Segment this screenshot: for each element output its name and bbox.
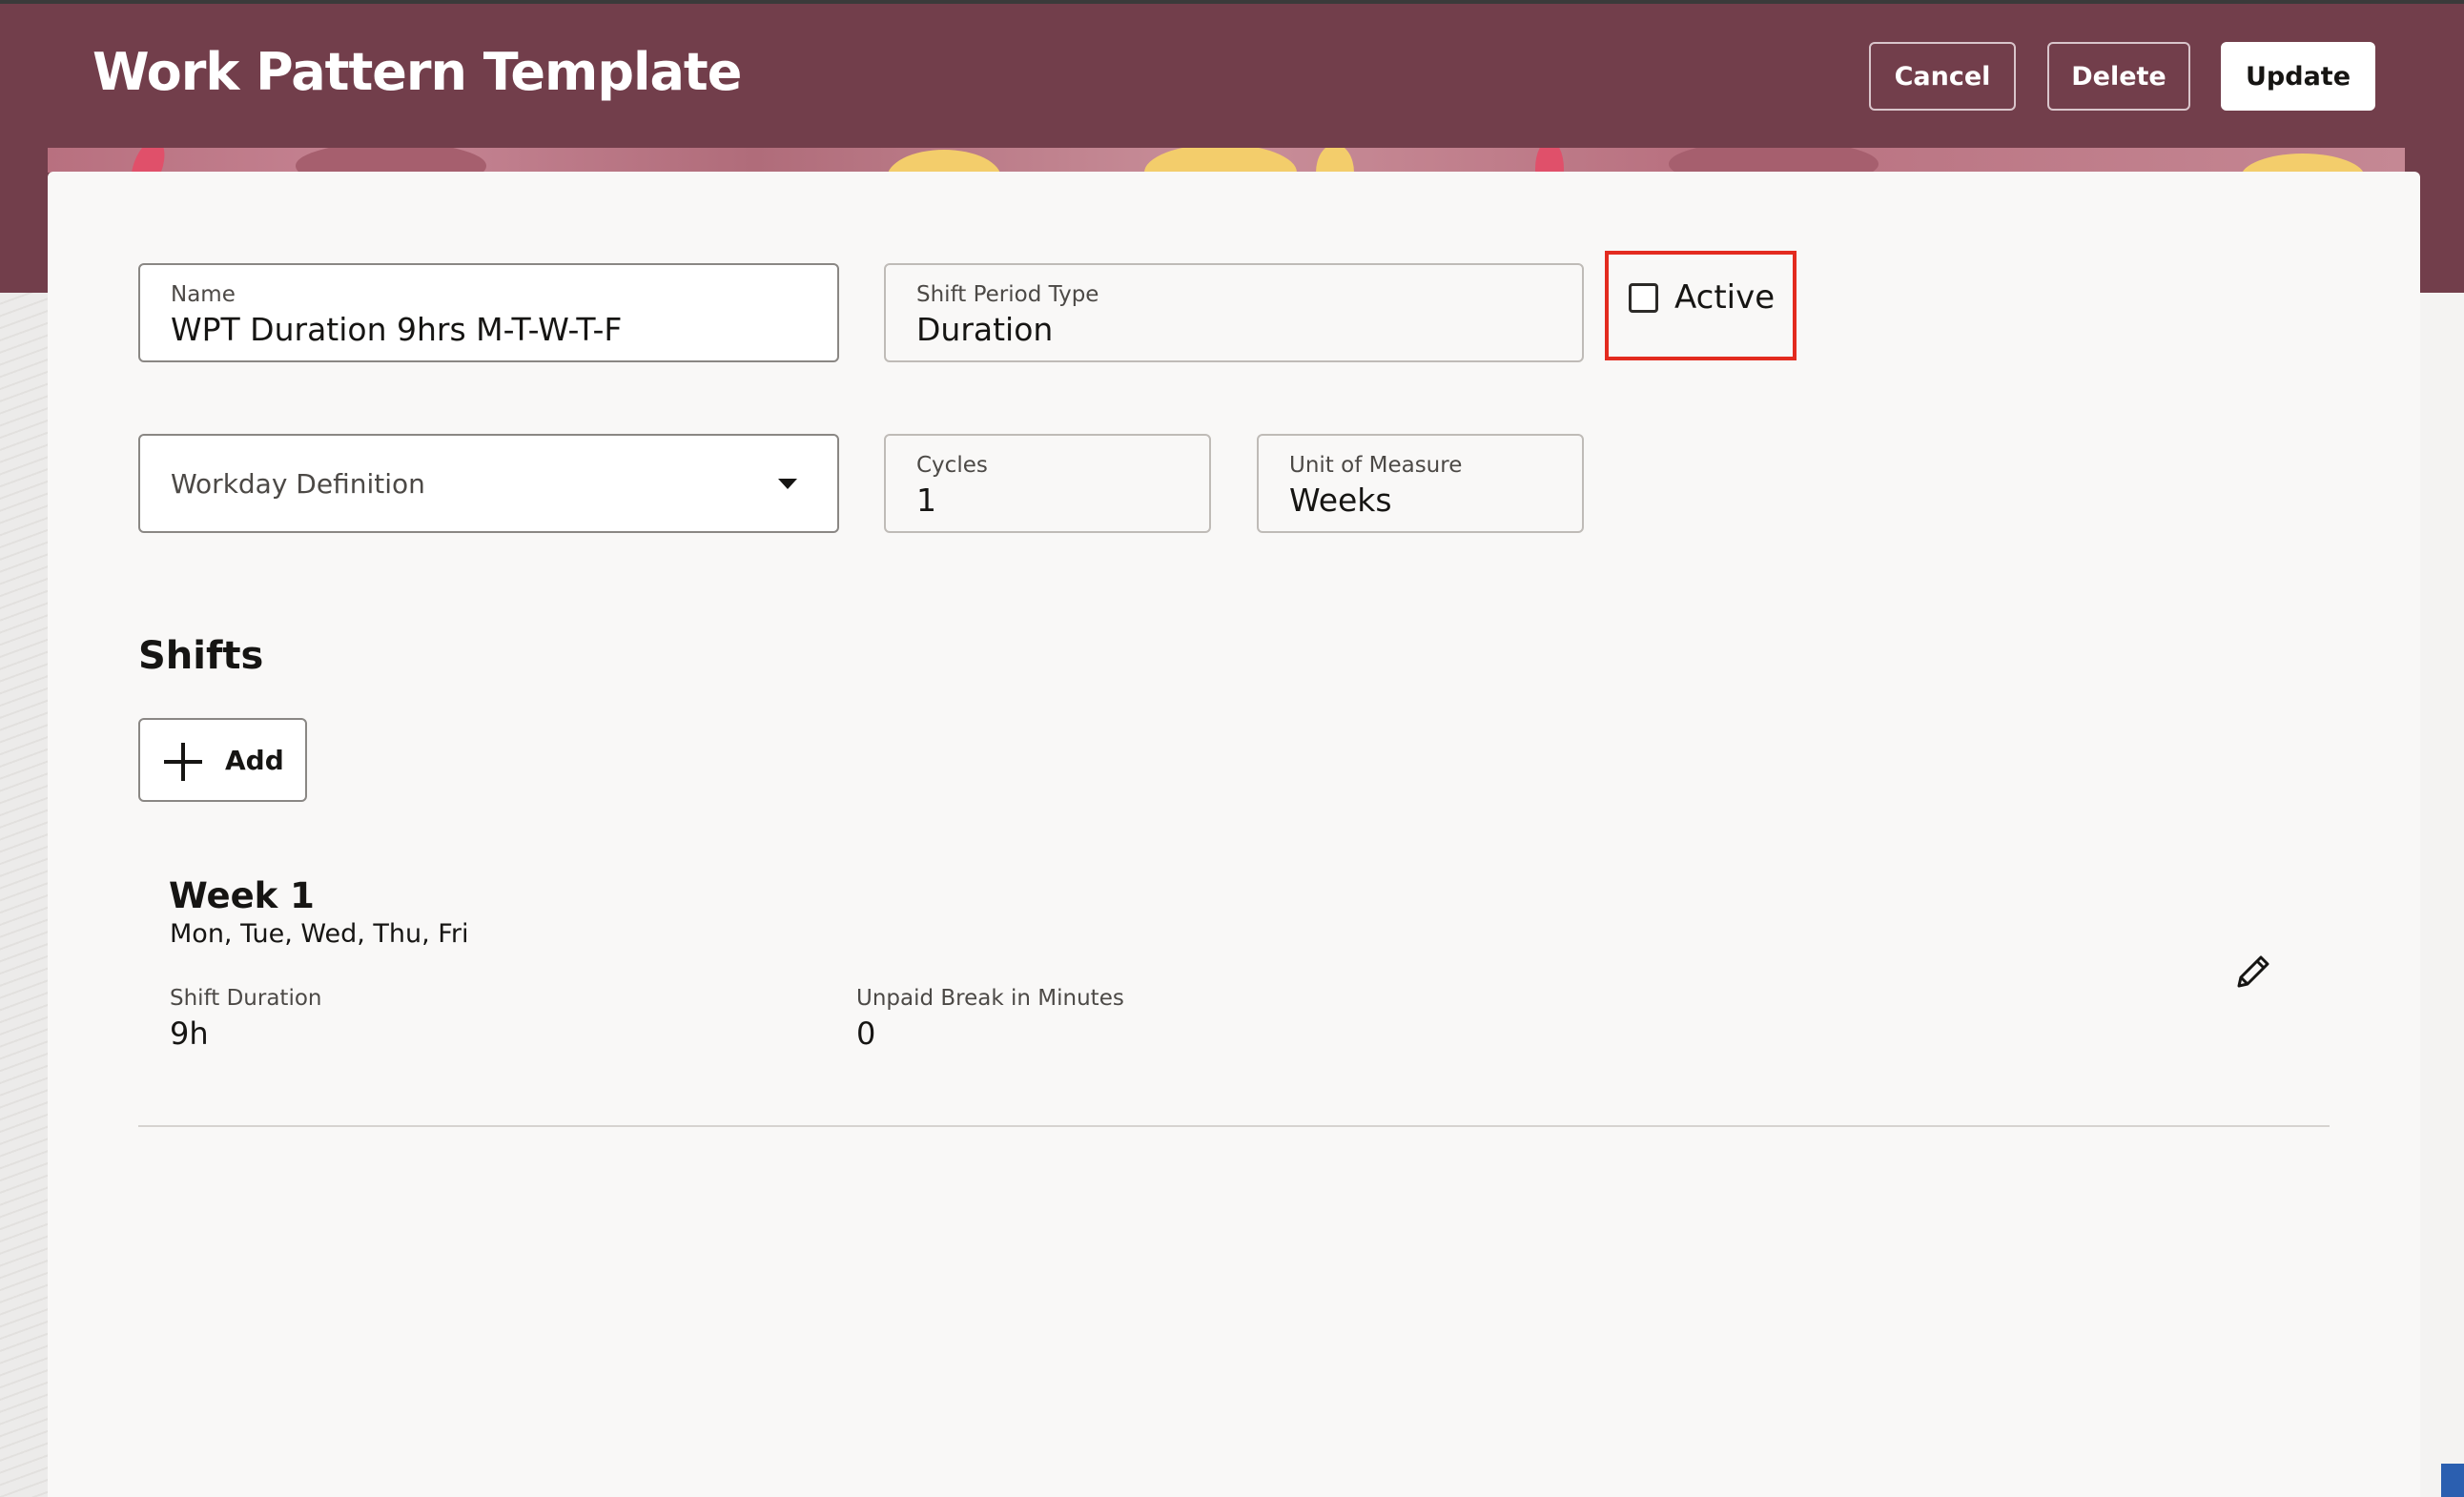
cycles-label: Cycles — [916, 453, 988, 478]
shift-divider — [138, 1125, 2330, 1127]
name-label: Name — [171, 282, 236, 307]
cycles-field: Cycles 1 — [884, 434, 1211, 533]
decorative-banner — [48, 148, 2405, 173]
cancel-button[interactable]: Cancel — [1869, 42, 2016, 111]
form-card — [48, 172, 2420, 1497]
page-title: Work Pattern Template — [92, 42, 742, 102]
add-shift-button[interactable]: Add — [138, 718, 307, 802]
shift-duration-value: 9h — [170, 1015, 209, 1052]
workday-definition-placeholder: Workday Definition — [171, 468, 425, 500]
shift-period-type-label: Shift Period Type — [916, 282, 1099, 307]
add-label: Add — [225, 745, 284, 776]
right-background — [2420, 293, 2464, 1497]
chevron-down-icon — [778, 479, 797, 489]
shift-period-type-field: Shift Period Type Duration — [884, 263, 1584, 362]
unpaid-break-label: Unpaid Break in Minutes — [856, 986, 1124, 1011]
pencil-edit-icon[interactable] — [2231, 950, 2275, 994]
unit-of-measure-field: Unit of Measure Weeks — [1257, 434, 1584, 533]
unpaid-break-value: 0 — [856, 1015, 876, 1052]
workday-definition-select[interactable]: Workday Definition — [138, 434, 839, 533]
shifts-title: Shifts — [138, 634, 264, 678]
active-checkbox[interactable] — [1629, 283, 1658, 313]
corner-accent — [2441, 1464, 2464, 1497]
delete-button[interactable]: Delete — [2047, 42, 2190, 111]
shift-days: Mon, Tue, Wed, Thu, Fri — [170, 919, 469, 949]
plus-icon — [164, 743, 202, 781]
cycles-value: 1 — [916, 482, 936, 519]
update-button[interactable]: Update — [2221, 42, 2375, 111]
shift-week-title: Week 1 — [169, 875, 315, 916]
name-value: WPT Duration 9hrs M-T-W-T-F — [171, 311, 623, 348]
background-pattern — [0, 293, 50, 1497]
active-label[interactable]: Active — [1674, 278, 1775, 317]
shift-period-type-value: Duration — [916, 311, 1054, 348]
unit-of-measure-label: Unit of Measure — [1289, 453, 1463, 478]
name-field[interactable]: Name WPT Duration 9hrs M-T-W-T-F — [138, 263, 839, 362]
shift-duration-label: Shift Duration — [170, 986, 322, 1011]
unit-of-measure-value: Weeks — [1289, 482, 1392, 519]
